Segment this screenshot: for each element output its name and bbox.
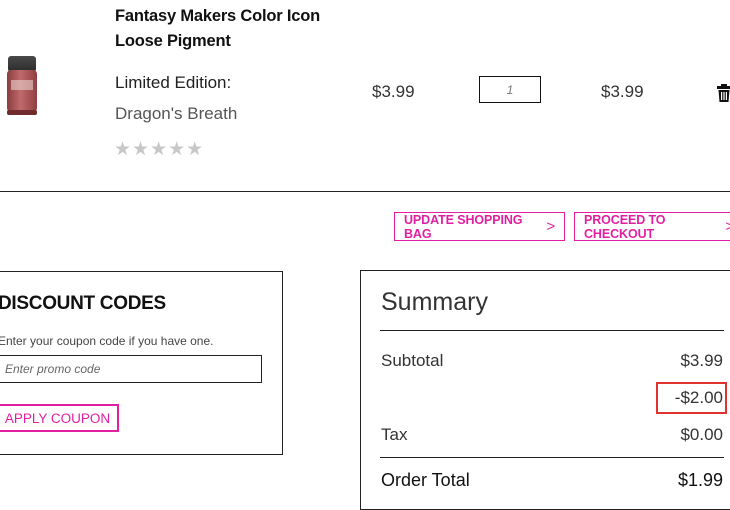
quantity-input[interactable] — [479, 76, 541, 103]
cart-divider — [0, 191, 730, 192]
chevron-right-icon: > — [546, 218, 555, 235]
update-button-label: UPDATE SHOPPING BAG — [404, 212, 523, 241]
proceed-to-checkout-button[interactable]: PROCEED TO CHECKOUT > — [574, 212, 730, 241]
subtotal-label: Subtotal — [381, 351, 444, 370]
summary-title: Summary — [381, 288, 488, 316]
update-shopping-bag-button[interactable]: UPDATE SHOPPING BAG > — [394, 212, 565, 241]
checkout-button-label: PROCEED TO CHECKOUT — [584, 212, 666, 241]
order-total-value: $1.99 — [677, 470, 723, 490]
summary-divider — [380, 330, 724, 331]
total-divider — [380, 457, 724, 458]
product-thumbnail[interactable] — [4, 56, 40, 116]
product-shade: Dragon's Breath — [115, 104, 238, 123]
discount-help-text: Enter your coupon code if you have one. — [0, 334, 214, 348]
promo-code-input[interactable] — [0, 355, 262, 383]
apply-coupon-button[interactable]: APPLY COUPON — [0, 404, 119, 432]
subtotal-value: $3.99 — [680, 351, 723, 370]
product-name[interactable]: Fantasy Makers Color Icon Loose Pigment — [115, 4, 335, 53]
unit-price: $3.99 — [372, 82, 415, 101]
discount-title: DISCOUNT CODES — [0, 293, 166, 314]
line-total: $3.99 — [601, 82, 644, 101]
tax-value: $0.00 — [680, 425, 723, 444]
chevron-right-icon: > — [725, 218, 730, 235]
product-edition-label: Limited Edition: — [115, 73, 232, 92]
order-total-label: Order Total — [381, 470, 470, 490]
rating-stars: ★★★★★ — [114, 139, 205, 160]
discount-highlight-box — [656, 382, 727, 414]
trash-icon[interactable] — [716, 84, 730, 102]
tax-label: Tax — [381, 425, 408, 444]
